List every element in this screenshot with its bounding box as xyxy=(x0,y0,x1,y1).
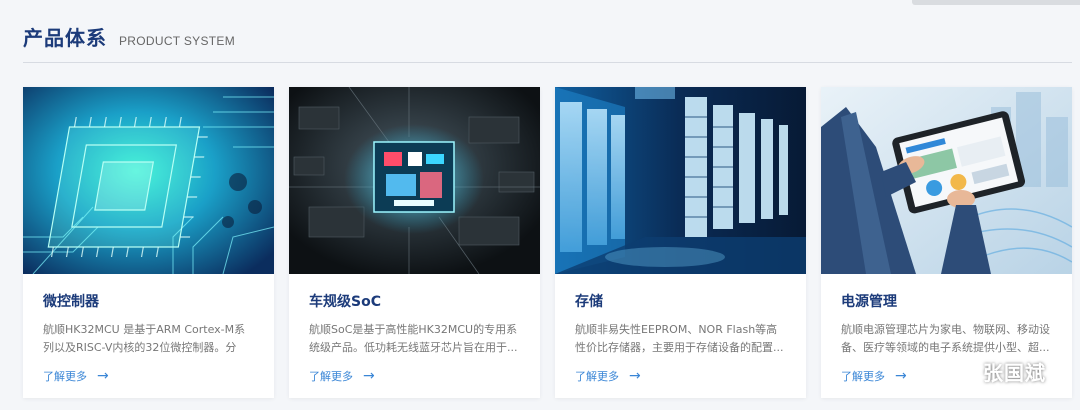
section-header: 产品体系 PRODUCT SYSTEM xyxy=(23,22,1080,62)
arrow-right-icon: → xyxy=(97,367,109,384)
card-description: 航顺非易失性EEPROM、NOR Flash等高性价比存储器，主要用于存储设备的… xyxy=(575,323,784,354)
card-title[interactable]: 电源管理 xyxy=(841,291,1052,311)
soc-chip-board-image[interactable] xyxy=(289,87,540,274)
header-divider xyxy=(23,62,1072,63)
arrow-right-icon: → xyxy=(629,367,641,384)
section-subtitle: PRODUCT SYSTEM xyxy=(119,34,235,48)
wechat-icon xyxy=(943,359,972,382)
card-description: 航顺电源管理芯片为家电、物联网、移动设备、医疗等领域的电子系统提供小型、超... xyxy=(841,323,1050,354)
product-card-mcu[interactable]: 微控制器 航顺HK32MCU 是基于ARM Cortex-M系列以及RISC-V… xyxy=(23,87,274,398)
top-bar-fragment xyxy=(912,0,1080,5)
card-description: 航顺SoC是基于高性能HK32MCU的专用系统级产品。低功耗无线蓝牙芯片旨在用于… xyxy=(309,323,518,354)
learn-more-link[interactable]: 了解更多 → xyxy=(575,368,641,384)
learn-more-link[interactable]: 了解更多 → xyxy=(309,368,375,384)
card-title[interactable]: 存储 xyxy=(575,291,786,311)
product-card-storage[interactable]: 存储 航顺非易失性EEPROM、NOR Flash等高性价比存储器，主要用于存储… xyxy=(555,87,806,398)
learn-more-label: 了解更多 xyxy=(43,370,87,383)
server-room-image[interactable] xyxy=(555,87,806,274)
learn-more-link[interactable]: 了解更多 → xyxy=(841,368,907,384)
section-title: 产品体系 xyxy=(23,26,107,50)
card-description: 航顺HK32MCU 是基于ARM Cortex-M系列以及RISC-V内核的32… xyxy=(43,323,246,354)
learn-more-label: 了解更多 xyxy=(841,370,885,383)
arrow-right-icon: → xyxy=(895,367,907,384)
wechat-watermark: 张国斌 xyxy=(943,357,1046,386)
watermark-author: 张国斌 xyxy=(983,361,1046,385)
card-title[interactable]: 车规级SoC xyxy=(309,291,520,311)
product-card-soc[interactable]: 车规级SoC 航顺SoC是基于高性能HK32MCU的专用系统级产品。低功耗无线蓝… xyxy=(289,87,540,398)
learn-more-label: 了解更多 xyxy=(309,370,353,383)
product-card-power[interactable]: 电源管理 航顺电源管理芯片为家电、物联网、移动设备、医疗等领域的电子系统提供小型… xyxy=(821,87,1072,398)
learn-more-label: 了解更多 xyxy=(575,370,619,383)
tablet-hands-image[interactable] xyxy=(821,87,1072,274)
card-title[interactable]: 微控制器 xyxy=(43,291,254,311)
learn-more-link[interactable]: 了解更多 → xyxy=(43,368,109,384)
mcu-chip-circuit-image[interactable] xyxy=(23,87,274,274)
arrow-right-icon: → xyxy=(363,367,375,384)
